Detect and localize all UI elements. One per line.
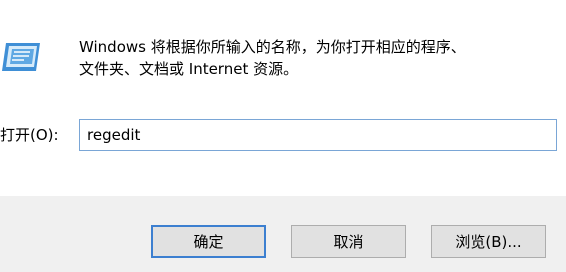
- cancel-button[interactable]: 取消: [291, 225, 406, 258]
- open-label: 打开(O):: [0, 126, 59, 144]
- ok-button[interactable]: 确定: [151, 225, 266, 258]
- browse-button[interactable]: 浏览(B)...: [431, 225, 546, 258]
- command-input[interactable]: [79, 119, 557, 151]
- description-line-1: Windows 将根据你所输入的名称，为你打开相应的程序、: [79, 38, 466, 56]
- dialog-description: Windows 将根据你所输入的名称，为你打开相应的程序、 文件夹、文档或 In…: [79, 36, 549, 80]
- description-line-2: 文件夹、文档或 Internet 资源。: [79, 60, 299, 78]
- button-bar: 确定 取消 浏览(B)...: [0, 196, 566, 272]
- run-dialog: Windows 将根据你所输入的名称，为你打开相应的程序、 文件夹、文档或 In…: [0, 0, 566, 272]
- run-icon: [0, 37, 44, 77]
